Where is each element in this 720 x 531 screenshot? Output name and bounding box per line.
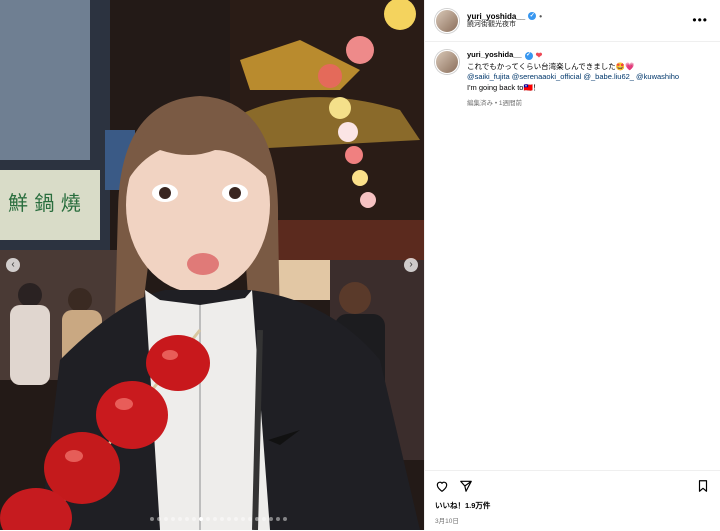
post-header: yuri_yoshida__ ✓ • 饒河街觀光夜市 ••• <box>425 0 720 42</box>
post-sidebar: yuri_yoshida__ ✓ • 饒河街觀光夜市 ••• yuri_yosh… <box>424 0 720 530</box>
post-age: 1週間前 <box>498 100 523 108</box>
carousel-dot <box>248 517 252 521</box>
carousel-dot <box>283 517 287 521</box>
like-count[interactable]: いいね！1.9万件 <box>435 500 710 511</box>
post-photo: 鮮 鍋 燒 <box>0 0 424 530</box>
carousel-dot <box>171 517 175 521</box>
post-media[interactable]: 鮮 鍋 燒 ‹ › <box>0 0 424 530</box>
bookmark-icon[interactable] <box>696 479 710 493</box>
carousel-dot <box>241 517 245 521</box>
caption-line-1: これでもかってくらい台湾楽しんできました🤩💗 <box>467 61 635 71</box>
heart-emoji-icon: ❤ <box>535 51 543 60</box>
carousel-dot <box>199 517 203 521</box>
verified-badge-icon: ✓ <box>524 51 533 60</box>
post-date: 3月10日 <box>435 518 459 525</box>
chevron-left-icon: ‹ <box>11 259 15 270</box>
carousel-dot <box>164 517 168 521</box>
action-bar: いいね！1.9万件 3月10日 <box>425 470 720 531</box>
instagram-post: 鮮 鍋 燒 ‹ › yuri_yoshida__ ✓ • 饒河街觀光夜市 •••… <box>0 0 720 530</box>
carousel-dot <box>150 517 154 521</box>
carousel-dot <box>157 517 161 521</box>
carousel-dot <box>276 517 280 521</box>
carousel-dot <box>234 517 238 521</box>
username-link[interactable]: yuri_yoshida__ <box>467 12 525 22</box>
carousel-dot <box>269 517 273 521</box>
carousel-dot <box>255 517 259 521</box>
more-horizontal-icon[interactable]: ••• <box>692 13 708 27</box>
chevron-right-icon: › <box>409 259 413 270</box>
carousel-indicator <box>150 517 287 521</box>
location-link[interactable]: 饒河街觀光夜市 <box>467 21 542 29</box>
share-icon[interactable] <box>459 479 473 493</box>
carousel-dot <box>192 517 196 521</box>
caption-mentions[interactable]: @saiki_fujita @serenaaoki_official @_bab… <box>467 72 679 83</box>
caption-line-3: I'm going back to🇹🇼！ <box>467 83 541 93</box>
heart-icon[interactable] <box>435 479 449 493</box>
carousel-prev-button[interactable]: ‹ <box>6 258 20 272</box>
shop-sign-text: 鮮 鍋 燒 <box>8 191 81 215</box>
carousel-dot <box>220 517 224 521</box>
caption-username-link[interactable]: yuri_yoshida__ <box>467 50 522 61</box>
edited-label: 編集済み <box>467 100 493 108</box>
carousel-dot <box>227 517 231 521</box>
carousel-dot <box>185 517 189 521</box>
avatar[interactable] <box>435 8 459 33</box>
carousel-dot <box>206 517 210 521</box>
carousel-next-button[interactable]: › <box>404 258 418 272</box>
carousel-dot <box>213 517 217 521</box>
carousel-dot <box>178 517 182 521</box>
caption: yuri_yoshida__ ✓ ❤ これでもかってくらい台湾楽しんできました🤩… <box>425 42 720 117</box>
caption-avatar[interactable] <box>435 50 459 74</box>
verified-badge-icon: ✓ <box>528 12 537 21</box>
carousel-dot <box>262 517 266 521</box>
separator-dot: • <box>539 11 543 21</box>
